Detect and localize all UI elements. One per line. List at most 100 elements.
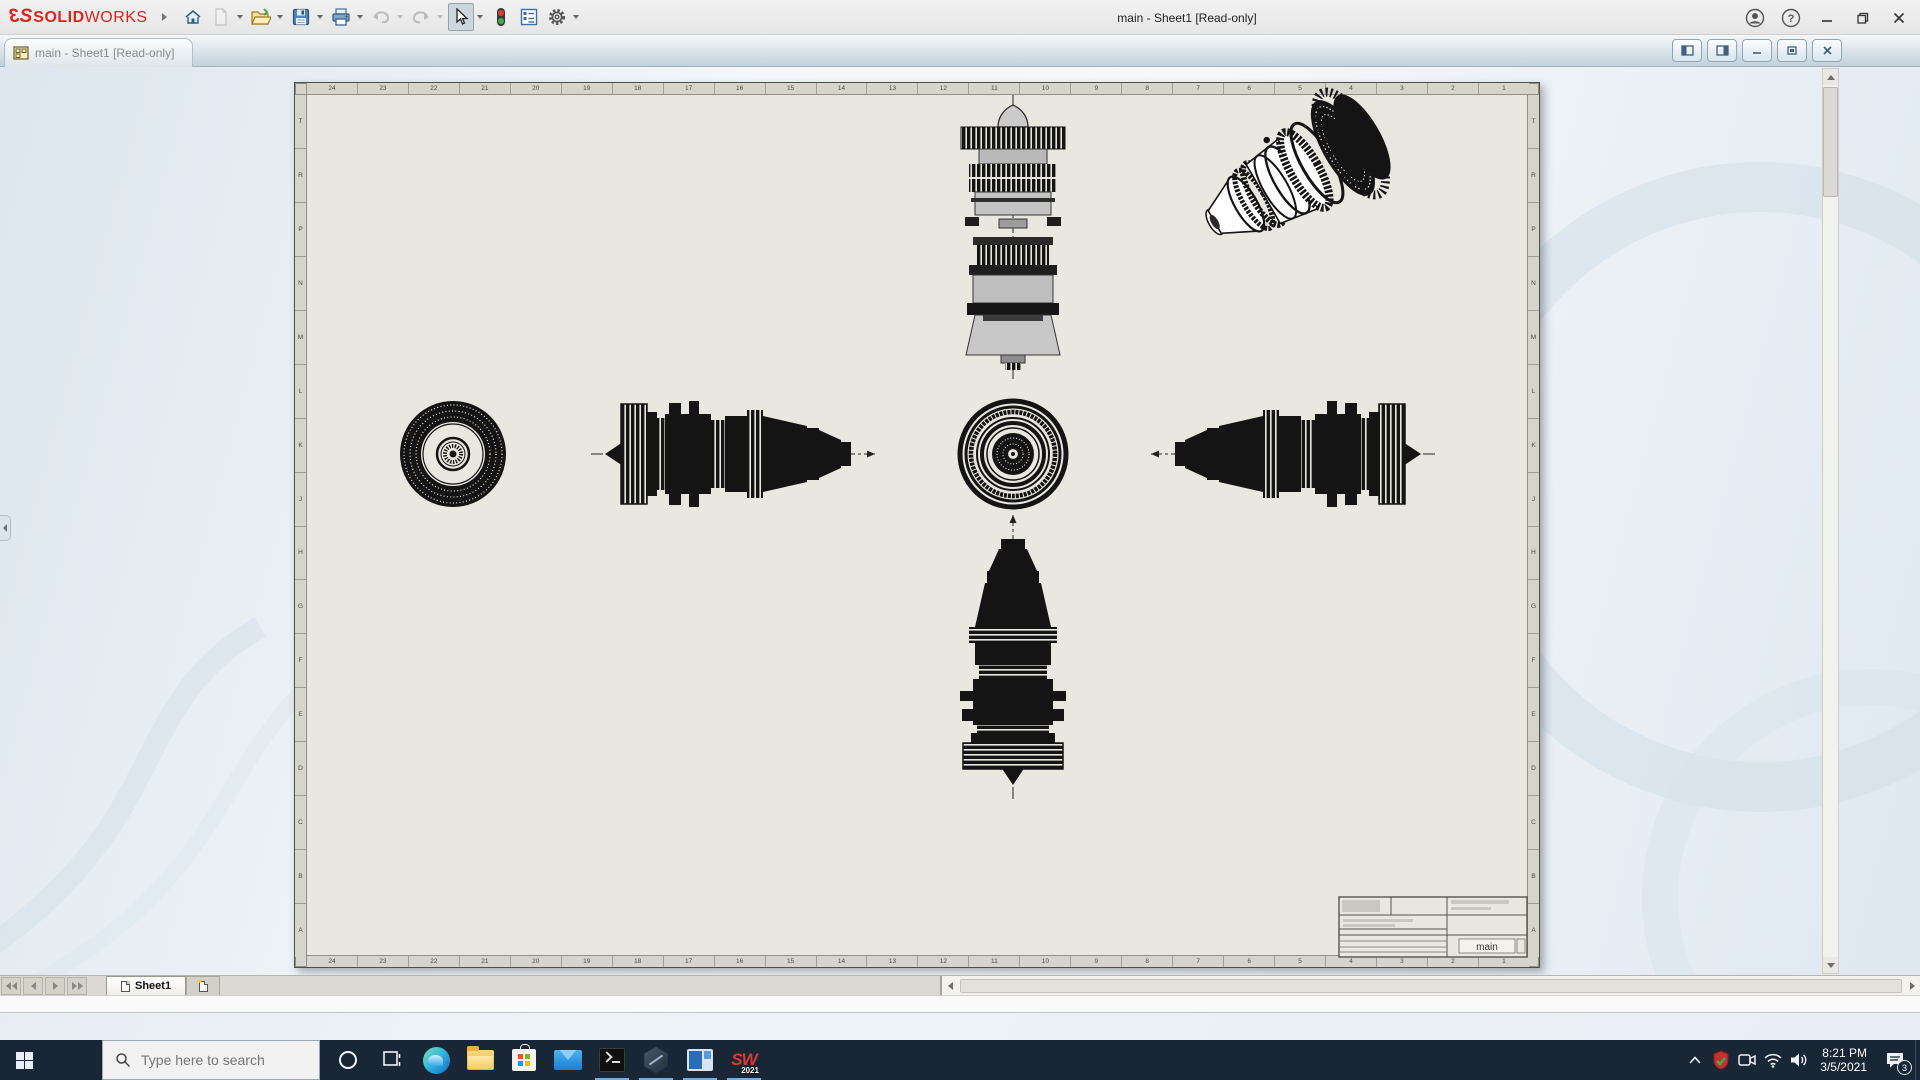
view-bottom[interactable] <box>960 515 1066 799</box>
close-button[interactable] <box>1884 5 1914 31</box>
user-account-button[interactable] <box>1740 5 1770 31</box>
open-dropdown[interactable] <box>277 15 283 19</box>
task-view-icon <box>382 1050 402 1070</box>
document-tab[interactable]: main - Sheet1 [Read-only] <box>4 38 193 67</box>
solidworks-logo-mark: 3S <box>10 6 31 28</box>
scroll-left-button[interactable] <box>942 977 958 995</box>
undo-icon <box>371 9 391 25</box>
tray-volume-button[interactable] <box>1786 1040 1812 1080</box>
design-checker-button[interactable] <box>488 3 514 31</box>
options-button[interactable] <box>544 3 570 31</box>
horizontal-scrollbar-thumb[interactable] <box>960 979 1902 993</box>
save-icon <box>292 8 310 26</box>
windows-logo-icon <box>16 1052 33 1069</box>
save-dropdown[interactable] <box>317 15 323 19</box>
print-button[interactable] <box>328 3 354 31</box>
restore-button[interactable] <box>1848 5 1878 31</box>
panel-left-icon <box>1681 45 1694 56</box>
desktop: 3S SOLIDWORKS <box>0 0 1920 1080</box>
print-dropdown[interactable] <box>357 15 363 19</box>
minimize-button[interactable] <box>1812 5 1842 31</box>
save-button[interactable] <box>288 3 314 31</box>
first-sheet-icon2 <box>12 982 17 990</box>
taskbar-clock[interactable]: 8:21 PM 3/5/2021 <box>1812 1046 1875 1074</box>
view-isometric[interactable] <box>1181 83 1407 275</box>
cortana-button[interactable] <box>326 1040 370 1080</box>
view-rear-rings[interactable] <box>960 401 1066 507</box>
gear-icon <box>547 7 567 27</box>
horizontal-scrollbar[interactable] <box>942 976 1920 995</box>
drawing-views-canvas: main <box>295 83 1541 969</box>
task-pane-button[interactable] <box>516 3 542 31</box>
next-sheet-button[interactable] <box>45 977 65 995</box>
help-button[interactable]: ? <box>1776 5 1806 31</box>
task-view-button[interactable] <box>370 1040 414 1080</box>
mail-icon <box>554 1050 582 1070</box>
tray-security-button[interactable] <box>1708 1040 1734 1080</box>
command-prompt-icon <box>599 1048 625 1072</box>
hexagon-app-icon <box>643 1047 669 1073</box>
action-center-button[interactable]: 3 <box>1875 1040 1915 1080</box>
tray-meet-now-button[interactable] <box>1734 1040 1760 1080</box>
start-button[interactable] <box>0 1040 48 1080</box>
view-left-side[interactable] <box>591 401 875 507</box>
undo-button <box>368 3 394 31</box>
show-desktop-button[interactable] <box>1915 1040 1920 1080</box>
scroll-up-button[interactable] <box>1823 69 1838 85</box>
taskbar-app-solidworks[interactable]: SW 2021 <box>722 1040 766 1080</box>
last-sheet-button[interactable] <box>67 977 87 995</box>
search-input[interactable] <box>141 1052 311 1068</box>
taskbar-app-hexagon[interactable] <box>634 1040 678 1080</box>
doc-minimize-button[interactable] <box>1742 39 1772 62</box>
sheet-tab-label: Sheet1 <box>135 980 171 992</box>
vertical-scrollbar-thumb[interactable] <box>1823 87 1838 197</box>
view-top[interactable] <box>961 95 1065 379</box>
menu-flyout-arrow-icon[interactable] <box>162 13 167 21</box>
graphics-area[interactable]: 242322212019181716151413121110987654321 … <box>0 67 1920 975</box>
previous-sheet-button[interactable] <box>23 977 43 995</box>
doc-close-button[interactable] <box>1812 39 1842 62</box>
scroll-right-icon <box>1910 982 1915 990</box>
add-sheet-button[interactable] <box>186 976 220 995</box>
collapse-right-pane-button[interactable] <box>1707 39 1737 62</box>
collapse-left-pane-button[interactable] <box>1672 39 1702 62</box>
app-titlebar: 3S SOLIDWORKS <box>0 0 1920 35</box>
sheet-page-icon <box>121 981 130 992</box>
drawing-document-icon <box>13 46 29 60</box>
taskbar-app-edge[interactable] <box>414 1040 458 1080</box>
taskbar-app-store[interactable] <box>502 1040 546 1080</box>
select-button[interactable] <box>448 3 474 31</box>
view-right-side[interactable] <box>1151 401 1435 507</box>
taskbar-app-window[interactable] <box>678 1040 722 1080</box>
taskbar-app-mail[interactable] <box>546 1040 590 1080</box>
notification-count-badge: 3 <box>1897 1060 1912 1075</box>
vertical-scrollbar-track[interactable] <box>1823 197 1838 957</box>
vertical-scrollbar[interactable] <box>1822 68 1839 974</box>
scroll-down-button[interactable] <box>1823 957 1838 973</box>
open-button[interactable] <box>248 3 274 31</box>
doc-restore-button[interactable] <box>1777 39 1807 62</box>
drawing-sheet[interactable]: 242322212019181716151413121110987654321 … <box>294 82 1540 968</box>
first-sheet-button[interactable] <box>1 977 21 995</box>
taskbar-search[interactable] <box>102 1040 320 1080</box>
solidworks-taskbar-icon: SW 2021 <box>727 1044 761 1076</box>
sheet-tab-sheet1[interactable]: Sheet1 <box>106 976 186 995</box>
scroll-right-button[interactable] <box>1904 977 1920 995</box>
tray-network-button[interactable] <box>1760 1040 1786 1080</box>
taskbar-app-command-prompt[interactable] <box>590 1040 634 1080</box>
new-document-dropdown[interactable] <box>237 15 243 19</box>
panel-right-icon <box>1716 45 1729 56</box>
first-sheet-icon <box>6 982 11 990</box>
close-icon <box>1893 12 1905 24</box>
taskbar-app-file-explorer[interactable] <box>458 1040 502 1080</box>
featuremanager-collapsed-tab[interactable] <box>0 515 11 541</box>
title-block[interactable]: main <box>1339 897 1527 957</box>
document-titlebar: main - Sheet1 [Read-only] <box>0 35 1920 67</box>
options-dropdown[interactable] <box>573 15 579 19</box>
tray-chevron-button[interactable] <box>1682 1040 1708 1080</box>
view-front-fan[interactable] <box>400 401 506 507</box>
home-button[interactable] <box>180 3 206 31</box>
meet-now-icon <box>1737 1052 1757 1068</box>
select-dropdown[interactable] <box>477 15 483 19</box>
sheet-tab-bar: Sheet1 <box>0 975 1920 995</box>
